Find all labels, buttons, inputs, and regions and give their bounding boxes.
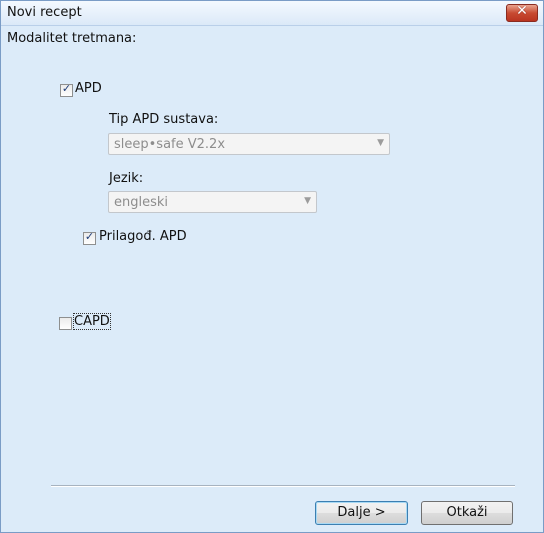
capd-checkbox[interactable] (59, 317, 72, 330)
dialog-content: Modalitet tretmana: ✓ APD Tip APD sustav… (1, 26, 543, 532)
cancel-button[interactable]: Otkaži (421, 501, 513, 525)
apd-checkbox[interactable]: ✓ (60, 82, 73, 97)
next-button[interactable]: Dalje > (315, 501, 408, 525)
custom-apd-label[interactable]: Prilagođ. APD (99, 229, 187, 244)
apd-label[interactable]: APD (75, 81, 102, 96)
apd-system-type-value: sleep•safe V2.2x (114, 137, 226, 152)
apd-system-type-label: Tip APD sustava: (109, 112, 219, 127)
title-bar[interactable]: Novi recept ✕ (1, 1, 543, 26)
language-value: engleski (114, 195, 169, 210)
close-button[interactable]: ✕ (506, 3, 538, 22)
close-icon: ✕ (516, 3, 528, 19)
separator (51, 485, 515, 487)
checkmark-icon: ✓ (84, 230, 95, 243)
dialog-window: Novi recept ✕ Modalitet tretmana: ✓ APD … (0, 0, 544, 533)
capd-label[interactable]: CAPD (73, 313, 111, 330)
dropdown-arrow-icon: ▼ (304, 196, 311, 206)
language-select[interactable]: engleski ▼ (108, 191, 317, 213)
custom-apd-checkbox[interactable]: ✓ (83, 230, 96, 245)
dropdown-arrow-icon: ▼ (377, 138, 384, 148)
language-label: Jezik: (109, 171, 144, 186)
checkmark-icon: ✓ (61, 82, 72, 95)
window-title: Novi recept (7, 5, 82, 20)
modality-label: Modalitet tretmana: (7, 31, 137, 46)
apd-system-type-select[interactable]: sleep•safe V2.2x ▼ (108, 133, 390, 155)
